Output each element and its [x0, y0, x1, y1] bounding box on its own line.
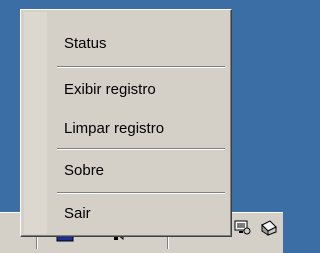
monitor-icon[interactable]: [232, 219, 252, 237]
printer-icon[interactable]: [258, 219, 278, 237]
menu-item-sobre[interactable]: Sobre: [23, 156, 229, 186]
menu-item-exibir-registro[interactable]: Exibir registro: [23, 75, 229, 105]
menu-separator: [57, 66, 225, 68]
context-menu: Status Exibir registro Limpar registro S…: [20, 9, 232, 237]
menu-item-status[interactable]: Status: [23, 29, 229, 59]
menu-separator: [57, 192, 225, 194]
menu-item-sair[interactable]: Sair: [23, 199, 229, 229]
menu-item-limpar-registro[interactable]: Limpar registro: [23, 114, 229, 144]
menu-separator: [57, 148, 225, 150]
